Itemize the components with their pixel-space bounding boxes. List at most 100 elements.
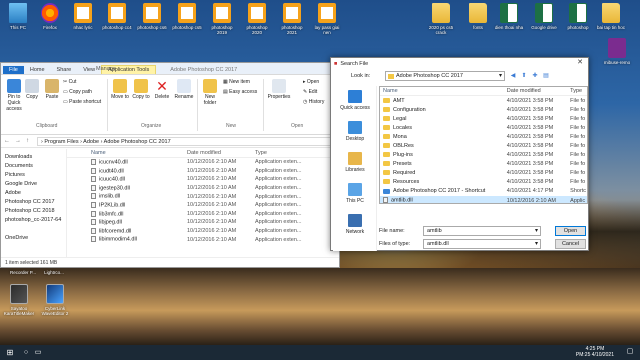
nav-item[interactable]: Documents (1, 162, 66, 171)
file-row[interactable]: igestep30.dll 10/12/2016 2:10 AM Applicati… (67, 184, 339, 193)
file-row[interactable]: icudt40.dll 10/12/2016 2:10 AM Application… (67, 167, 339, 176)
paste-button[interactable]: Paste (43, 79, 61, 100)
desktop-icon[interactable]: Google drive (529, 3, 559, 30)
desktop-icon[interactable]: photoshop 2019 (207, 3, 237, 35)
task-view-icon[interactable]: ▭ (32, 345, 44, 360)
column-date[interactable]: Date modified (507, 88, 570, 94)
tab-share[interactable]: Share (51, 66, 78, 74)
desktop-icon-sayatoo[interactable]: Sayatoo KaraTitleMaker (2, 284, 36, 316)
column-type[interactable]: Type (255, 150, 315, 156)
delete-button[interactable]: ✕ Delete (153, 79, 171, 100)
up-folder-icon[interactable]: ⬆ (520, 72, 528, 80)
file-row[interactable]: icucnv40.dll 10/12/2016 2:10 AM Applicatio… (67, 158, 339, 167)
dialog-row[interactable]: OBLRes 4/10/2021 3:58 PM File fo (380, 141, 587, 150)
dialog-row[interactable]: Configuration 4/10/2021 3:58 PM File fo (380, 105, 587, 114)
nav-item[interactable]: Photoshop CC 2017 (1, 198, 66, 207)
place-desktop[interactable]: Desktop (333, 121, 377, 142)
desktop-icon-winrar[interactable]: mibuse-remo (602, 38, 632, 65)
properties-button[interactable]: Properties (266, 79, 292, 100)
files-of-type-dropdown[interactable]: amtlib.dll (423, 239, 541, 249)
file-row[interactable]: lib3mfc.dll 10/12/2016 2:10 AM Application… (67, 210, 339, 219)
dialog-row[interactable]: Plug-ins 4/10/2021 3:58 PM File fo (380, 151, 587, 160)
place-libraries[interactable]: Libraries (333, 152, 377, 173)
history-button[interactable]: ◷ History (303, 99, 324, 105)
nav-item[interactable]: Google Drive (1, 180, 66, 189)
column-date[interactable]: Date modified (187, 150, 255, 156)
forward-arrow-icon[interactable]: → (15, 138, 23, 144)
place-quick-access[interactable]: Quick access (333, 90, 377, 111)
desktop-icon[interactable]: dien thoai nha (494, 3, 524, 30)
new-folder-icon[interactable]: ✚ (531, 72, 539, 80)
start-windows-icon[interactable]: ⊞ (0, 345, 20, 360)
cut-button[interactable]: ✂ Cut (63, 79, 76, 85)
desktop-icon[interactable]: 2020 ps cs5 crack (426, 3, 456, 35)
dialog-row[interactable]: amtlib.dll 10/12/2016 2:10 AM Applic (380, 196, 587, 203)
dialog-row[interactable]: Adobe Photoshop CC 2017 - Shortcut 4/10/2… (380, 187, 587, 196)
nav-item[interactable]: Adobe (1, 189, 66, 198)
tab-file[interactable]: File (3, 66, 24, 74)
column-name[interactable]: Name (67, 150, 187, 156)
desktop-icon[interactable]: fonts (463, 3, 493, 30)
file-row[interactable]: libimmodim4.dll 10/12/2016 2:10 AM Applica… (67, 235, 339, 244)
new-folder-button[interactable]: New folder (200, 79, 220, 106)
file-row[interactable]: libjpeg.dll 10/12/2016 2:10 AM Application… (67, 218, 339, 227)
nav-item[interactable]: photoshop_cc-2017-64 (1, 216, 66, 225)
desktop-icon-cyberlink[interactable]: CyberLink WaveEditor 2 (38, 284, 72, 316)
file-row[interactable]: libfcoremd.dll 10/12/2016 2:10 AM Applicat… (67, 227, 339, 236)
move-to-button[interactable]: Move to (111, 79, 129, 100)
notification-icon[interactable]: ▢ (624, 347, 636, 358)
desktop-icon[interactable]: This PC (3, 3, 33, 30)
desktop-icon[interactable]: photoshop cs6 (137, 3, 167, 30)
new-item-button[interactable]: ▦ New item (223, 79, 250, 85)
copy-path-button[interactable]: ▭ Copy path (63, 89, 92, 95)
dialog-row[interactable]: Legal 4/10/2021 3:58 PM File fo (380, 114, 587, 123)
edit-button[interactable]: ✎ Edit (303, 89, 317, 95)
desktop-icon[interactable]: bai tap tin hoc (596, 3, 626, 30)
easy-access-button[interactable]: ▤ Easy access (223, 89, 257, 95)
file-name-input[interactable]: amtlib (423, 226, 541, 236)
tab-home[interactable]: Home (24, 66, 51, 74)
back-arrow-icon[interactable]: ← (4, 138, 12, 144)
address-bar[interactable]: › Program Files › Adobe › Adobe Photosho… (37, 136, 336, 146)
dialog-row[interactable]: Mona 4/10/2021 3:58 PM File fo (380, 132, 587, 141)
desktop-icon[interactable]: photoshop (563, 3, 593, 30)
copy-button[interactable]: Copy (23, 79, 41, 100)
desktop-icon[interactable]: photoshop cs5 (172, 3, 202, 30)
file-row[interactable]: imslib.dll 10/12/2016 2:10 AM Application … (67, 192, 339, 201)
desktop-label-lightroom[interactable]: Lightrco... (34, 270, 74, 275)
desktop-icon[interactable]: photoshop cc4 (102, 3, 132, 30)
tab-manage[interactable]: Manage (96, 66, 116, 72)
search-icon[interactable]: ○ (20, 345, 32, 360)
desktop-icon[interactable]: Firefox (35, 3, 65, 30)
look-in-dropdown[interactable]: Adobe Photoshop CC 2017 (385, 71, 505, 81)
pin-quick-access-button[interactable]: Pin to Quick access (3, 79, 25, 112)
dialog-row[interactable]: Presets 4/10/2021 3:58 PM File fo (380, 160, 587, 169)
back-icon[interactable]: ◀ (509, 72, 517, 80)
desktop-icon[interactable]: nhac lyric (68, 3, 98, 30)
rename-button[interactable]: Rename (174, 79, 194, 100)
desktop-icon[interactable]: photoshop 2020 (242, 3, 272, 35)
dialog-row[interactable]: Locales 4/10/2021 3:58 PM File fo (380, 123, 587, 132)
file-row[interactable]: icuuc40.dll 10/12/2016 2:10 AM Application… (67, 175, 339, 184)
place-this-pc[interactable]: This PC (333, 183, 377, 204)
column-name[interactable]: Name (380, 88, 507, 94)
open-button[interactable]: Open (555, 226, 586, 236)
desktop-icon[interactable]: lay pass giai nen (312, 3, 342, 35)
file-row[interactable]: IP2KLib.dll 10/12/2016 2:10 AM Application… (67, 201, 339, 210)
open-button[interactable]: ▸ Open (303, 79, 319, 85)
up-arrow-icon[interactable]: ↑ (26, 138, 34, 144)
nav-item[interactable]: Downloads (1, 153, 66, 162)
view-menu-icon[interactable]: ▤ (542, 72, 550, 80)
cancel-button[interactable]: Cancel (555, 239, 586, 249)
place-network[interactable]: Network (333, 214, 377, 235)
copy-to-button[interactable]: Copy to (132, 79, 150, 100)
dialog-row[interactable]: Resources 4/10/2021 3:58 PM File fo (380, 178, 587, 187)
taskbar-clock[interactable]: 4:25 PM PM:25 4/10/2021 (576, 346, 614, 358)
nav-item[interactable] (1, 225, 66, 234)
dialog-row[interactable]: Required 4/10/2021 3:58 PM File fo (380, 169, 587, 178)
paste-shortcut-button[interactable]: ▭ Paste shortcut (63, 99, 101, 105)
column-type[interactable]: Type (570, 88, 587, 94)
nav-item[interactable]: Photoshop CC 2018 (1, 207, 66, 216)
nav-item[interactable]: Pictures (1, 171, 66, 180)
nav-item[interactable]: OneDrive (1, 234, 66, 243)
